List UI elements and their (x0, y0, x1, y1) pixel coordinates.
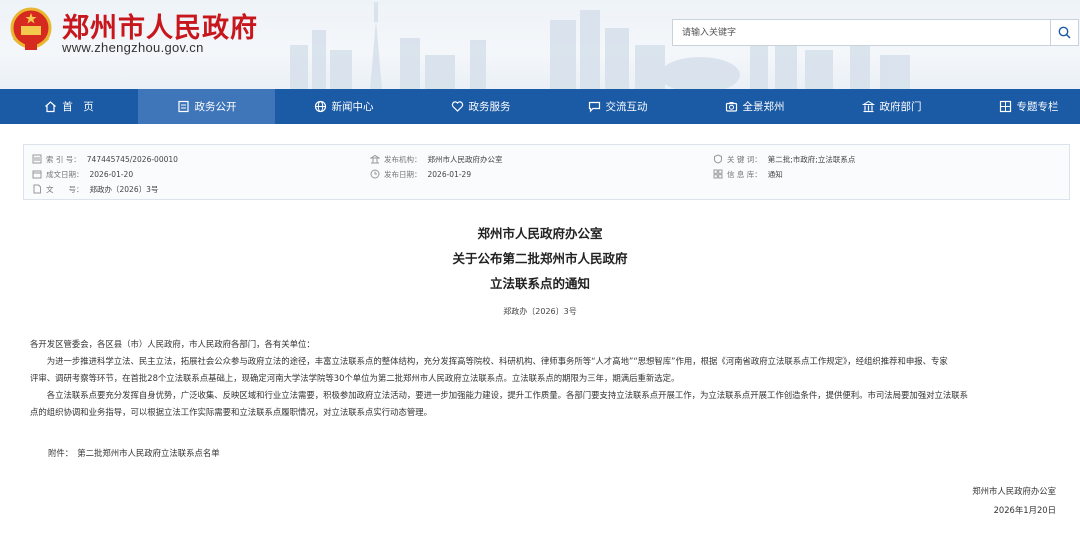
chat-icon (588, 101, 600, 113)
grid-icon (713, 169, 723, 179)
national-emblem-icon (10, 7, 52, 50)
building-icon (370, 154, 380, 164)
paragraph-1-line-1: 为进一步推进科学立法、民主立法，拓展社会公众参与政府立法的途径，丰富立法联系点的… (46, 356, 948, 366)
meta-value: 通知 (767, 169, 783, 179)
meta-index: 索 引 号： 747445745/2026-00010 (32, 153, 178, 165)
paragraph-2-line-1: 各立法联系点要充分发挥自身优势，广泛收集、反映区域和行业立法需要，积极参加政府立… (46, 390, 969, 400)
nav-label: 专题专栏 (1016, 101, 1059, 113)
meta-docno: 文 号： 郑政办〔2026〕3号 (32, 183, 158, 195)
attachment-link[interactable]: 附件： 第二批郑州市人民政府立法联系点名单 (48, 447, 220, 459)
sign-date: 2026年1月20日 (993, 505, 1056, 515)
nav-label: 政府部门 (879, 101, 922, 113)
document-number: 郑政办〔2026〕3号 (503, 307, 577, 316)
meta-label: 索 引 号： (46, 154, 81, 164)
paragraph-1-line-2: 评审、调研考察等环节，在首批28个立法联系点基础上，现确定河南大学法学院等30个… (30, 373, 680, 383)
meta-label: 发布日期： (384, 169, 422, 179)
meta-label: 成文日期： (46, 169, 84, 179)
nav-label: 政务公开 (194, 101, 237, 113)
signer: 郑州市人民政府办公室 (972, 486, 1056, 496)
nav-item-panorama[interactable]: 全景郑州 (686, 89, 823, 124)
meta-date: 成文日期： 2026-01-20 (32, 168, 133, 180)
search-icon (1058, 26, 1071, 39)
document-body: 各开发区管委会，各区县（市）人民政府，市人民政府各部门，各有关单位： 为进一步推… (30, 336, 1060, 421)
barcode-icon (32, 154, 42, 164)
nav-label: 政务服务 (468, 101, 511, 113)
salutation: 各开发区管委会，各区县（市）人民政府，市人民政府各部门，各有关单位： (30, 339, 315, 349)
nav-item-departments[interactable]: 政府部门 (823, 89, 960, 124)
nav-item-services[interactable]: 政务服务 (412, 89, 549, 124)
meta-issuer: 发布机构： 郑州市人民政府办公室 (370, 153, 503, 165)
document-title-line-2: 关于公布第二批郑州市人民政府 (452, 251, 628, 266)
shield-icon (714, 154, 722, 164)
clock-icon (370, 169, 380, 179)
meta-label: 文 号： (46, 184, 84, 194)
meta-label: 发布机构： (384, 154, 422, 164)
meta-value: 郑州市人民政府办公室 (427, 154, 503, 164)
paragraph-2-line-2: 点的组织协调和业务指导，可以根据立法工作实际需要和立法联系点履职情况，对立法联系… (30, 407, 432, 417)
nav-label: 首 页 (62, 101, 94, 113)
nav-item-home[interactable]: 首 页 (0, 89, 138, 124)
nav-item-interaction[interactable]: 交流互动 (549, 89, 686, 124)
meta-label: 信 息 库： (727, 169, 762, 179)
document-meta-panel: 索 引 号： 747445745/2026-00010 成文日期： 2026-0… (23, 144, 1070, 200)
search-box (672, 19, 1079, 46)
meta-value: 郑政办〔2026〕3号 (89, 184, 159, 194)
meta-value: 2026-01-29 (427, 169, 472, 179)
document-title-line-1: 郑州市人民政府办公室 (477, 226, 603, 241)
main-nav: 首 页 政务公开 新闻中心 政务服务 交流互动 全景郑州 政府部门 专题专栏 (0, 89, 1080, 124)
search-input[interactable] (673, 20, 1051, 45)
building-icon (861, 100, 875, 113)
nav-item-news[interactable]: 新闻中心 (275, 89, 412, 124)
columns-icon (999, 100, 1011, 113)
site-url: www.zhengzhou.gov.cn (62, 40, 204, 55)
file-icon (33, 184, 41, 194)
meta-label: 关 键 词： (727, 154, 762, 164)
site-header: 郑州市人民政府 www.zhengzhou.gov.cn (0, 0, 1080, 89)
meta-category: 信 息 库： 通知 (713, 168, 783, 180)
heart-icon (451, 101, 463, 112)
nav-item-gov-affairs[interactable]: 政务公开 (138, 89, 275, 124)
globe-icon (314, 100, 326, 113)
meta-value: 2026-01-20 (89, 169, 134, 179)
meta-value: 747445745/2026-00010 (86, 154, 178, 164)
home-icon (45, 101, 57, 113)
meta-keywords: 关 键 词： 第二批;市政府;立法联系点 (713, 153, 855, 165)
nav-label: 交流互动 (605, 101, 648, 113)
meta-pubdate: 发布日期： 2026-01-29 (370, 168, 471, 180)
camera-icon (725, 102, 737, 112)
nav-item-special-topics[interactable]: 专题专栏 (960, 89, 1080, 124)
nav-label: 新闻中心 (331, 101, 374, 113)
document-title-line-3: 立法联系点的通知 (489, 276, 590, 291)
calendar-icon (32, 170, 42, 179)
search-button[interactable] (1050, 20, 1078, 45)
nav-label: 全景郑州 (742, 101, 785, 113)
meta-value: 第二批;市政府;立法联系点 (767, 154, 856, 164)
document-icon (177, 100, 189, 113)
